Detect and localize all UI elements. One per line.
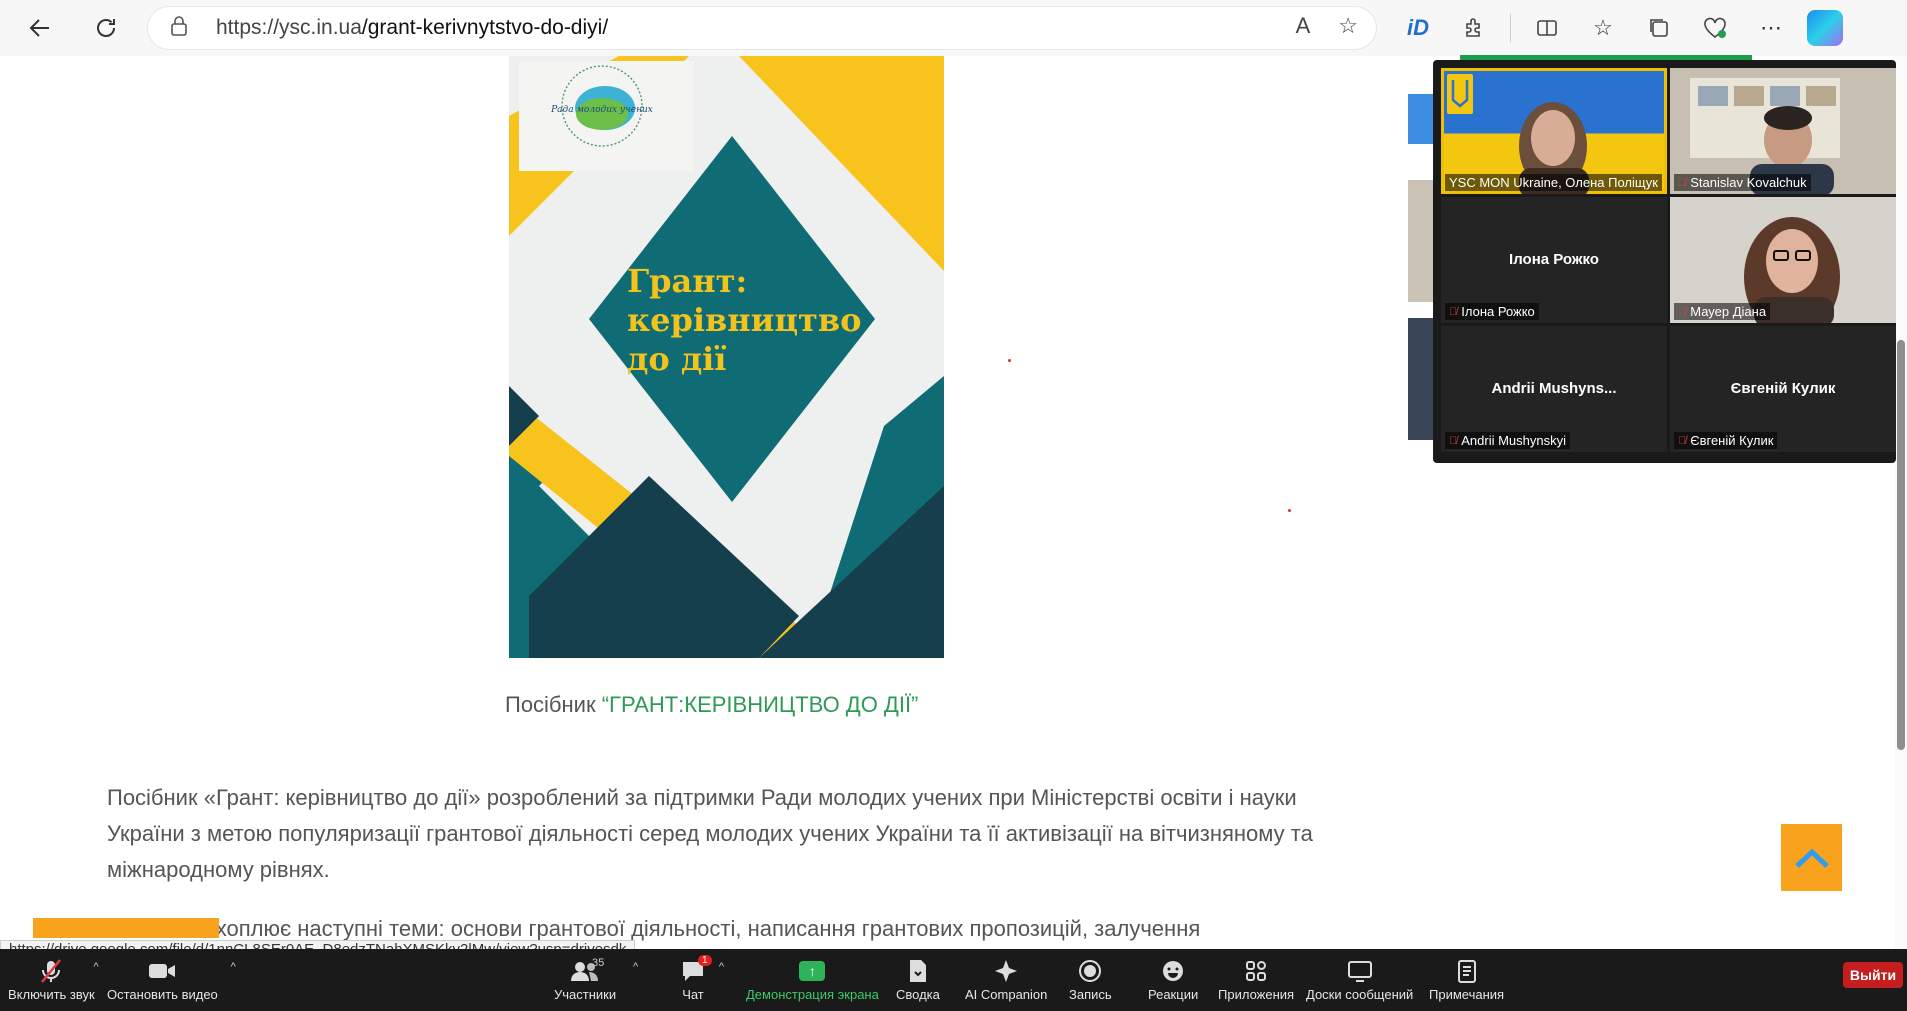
- refresh-icon[interactable]: [86, 8, 126, 48]
- summary-button[interactable]: Сводка: [896, 955, 940, 1002]
- zoom-video-gallery: YSC MON Ukraine, Олена Поліщук 🎙̸ Stanisl…: [1433, 60, 1896, 463]
- video-camera-icon: [148, 955, 176, 987]
- participant-label: 🎙̸ Stanislav Kovalchuk: [1674, 174, 1811, 191]
- guide-link[interactable]: “ГРАНТ:КЕРІВНИЦТВО ДО ДІЇ”: [602, 692, 919, 717]
- video-tile[interactable]: 🎙̸ Мауер Діана: [1670, 197, 1896, 323]
- cookie-bar-fragment: [33, 918, 219, 938]
- reactions-button[interactable]: Реакции: [1148, 955, 1198, 1002]
- side-image: [1408, 318, 1436, 440]
- read-aloud-icon[interactable]: A: [1296, 13, 1311, 39]
- participant-label: 🎙̸ Ілона Рожко: [1445, 303, 1539, 320]
- ai-companion-button[interactable]: AI Companion: [965, 955, 1047, 1002]
- side-image: [1408, 94, 1436, 144]
- whiteboards-button[interactable]: Доски сообщений: [1306, 955, 1413, 1002]
- favorite-star-icon[interactable]: ☆: [1338, 13, 1358, 39]
- participant-label: 🎙̸ Andrii Mushynskyi: [1445, 432, 1571, 449]
- notes-button[interactable]: Примечания: [1429, 955, 1504, 1002]
- annotation-dot: [1288, 509, 1291, 512]
- logo-text: Рада молодих учених: [550, 105, 653, 115]
- stop-video-button[interactable]: Остановить видео ^: [107, 955, 236, 1002]
- book-caption: Посібник “ГРАНТ:КЕРІВНИЦТВО ДО ДІЇ”: [505, 692, 919, 717]
- participant-label: YSC MON Ukraine, Олена Поліщук: [1445, 174, 1662, 191]
- chevron-up-icon[interactable]: ^: [231, 961, 236, 973]
- record-button[interactable]: Запись: [1069, 955, 1112, 1002]
- unmute-button[interactable]: Включить звук ^: [8, 955, 99, 1002]
- mic-off-icon: 🎙̸: [1678, 305, 1687, 318]
- participant-label: 🎙̸ Мауер Діана: [1674, 303, 1771, 320]
- split-screen-icon[interactable]: [1527, 8, 1567, 48]
- participant-big-name: Євгеній Кулик: [1730, 380, 1836, 397]
- chevron-up-icon[interactable]: ^: [633, 961, 638, 973]
- video-tile[interactable]: Andrii Mushyns... 🎙̸ Andrii Mushynskyi: [1441, 326, 1667, 452]
- cover-title-line1: Грант:: [627, 262, 747, 300]
- sparkle-icon: [993, 955, 1019, 987]
- participants-button[interactable]: 35 Участники ^: [554, 955, 638, 1002]
- apps-button[interactable]: Приложения: [1218, 955, 1294, 1002]
- whiteboard-icon: [1347, 955, 1373, 987]
- favorites-icon[interactable]: ☆: [1583, 8, 1623, 48]
- summary-document-icon: [907, 955, 929, 987]
- chevron-up-icon[interactable]: ^: [719, 961, 724, 973]
- mic-off-icon: 🎙̸: [1449, 305, 1458, 318]
- record-icon: [1078, 955, 1102, 987]
- emoji-reaction-icon: [1161, 955, 1185, 987]
- description-paragraph: Посібник «Грант: керівництво до дії» роз…: [107, 785, 1313, 882]
- mic-muted-icon: [38, 955, 64, 987]
- video-tile[interactable]: Ілона Рожко 🎙̸ Ілона Рожко: [1441, 197, 1667, 323]
- apps-grid-icon: [1244, 955, 1268, 987]
- back-arrow-icon[interactable]: [20, 8, 60, 48]
- scroll-to-top-button[interactable]: [1781, 824, 1842, 891]
- mic-off-icon: 🎙̸: [1449, 434, 1458, 447]
- zoom-meeting-toolbar: Включить звук ^ Остановить видео ^ 35 Уч…: [0, 949, 1907, 1011]
- id-extension-icon[interactable]: iD: [1398, 8, 1438, 48]
- more-menu-icon[interactable]: ⋯: [1751, 8, 1791, 48]
- collections-icon[interactable]: [1639, 8, 1679, 48]
- book-cover-image[interactable]: Рада молодих учених Грант: керівництво д…: [509, 56, 944, 658]
- annotation-dot: [1008, 359, 1011, 362]
- copilot-icon[interactable]: [1807, 10, 1843, 46]
- mic-off-icon: 🎙̸: [1678, 176, 1687, 189]
- participant-big-name: Andrii Mushyns...: [1491, 380, 1617, 397]
- participant-label: 🎙̸ Євгеній Кулик: [1674, 432, 1778, 449]
- extensions-puzzle-icon[interactable]: [1454, 8, 1494, 48]
- mic-off-icon: 🎙̸: [1678, 434, 1687, 447]
- scrollbar-thumb[interactable]: [1897, 340, 1905, 750]
- participant-big-name: Ілона Рожко: [1509, 251, 1599, 268]
- video-tile[interactable]: 🎙̸ Stanislav Kovalchuk: [1670, 68, 1896, 194]
- browser-essentials-icon[interactable]: [1695, 8, 1735, 48]
- lock-icon[interactable]: [170, 15, 196, 41]
- chat-unread-badge: 1: [698, 955, 712, 966]
- cover-title-line3: до дії: [627, 340, 726, 378]
- chat-button[interactable]: 1 Чат ^: [680, 955, 724, 1002]
- video-tile[interactable]: YSC MON Ukraine, Олена Поліщук: [1441, 68, 1667, 194]
- share-screen-button[interactable]: ↑ Демонстрация экрана: [746, 955, 879, 1002]
- share-screen-icon: ↑: [799, 961, 826, 981]
- browser-toolbar: https://ysc.in.ua/grant-kerivnytstvo-do-…: [0, 0, 1907, 56]
- url-text: https://ysc.in.ua/grant-kerivnytstvo-do-…: [216, 16, 609, 39]
- chevron-up-icon: [1794, 848, 1829, 868]
- notes-icon: [1456, 955, 1478, 987]
- cover-title-line2: керівництво: [627, 301, 861, 339]
- side-image: [1408, 180, 1436, 302]
- chevron-up-icon[interactable]: ^: [94, 961, 99, 973]
- video-tile[interactable]: Євгеній Кулик 🎙̸ Євгеній Кулик: [1670, 326, 1896, 452]
- address-bar[interactable]: https://ysc.in.ua/grant-kerivnytstvo-do-…: [148, 7, 1376, 49]
- page-scrollbar[interactable]: [1895, 56, 1907, 949]
- leave-meeting-button[interactable]: Выйти: [1843, 962, 1903, 988]
